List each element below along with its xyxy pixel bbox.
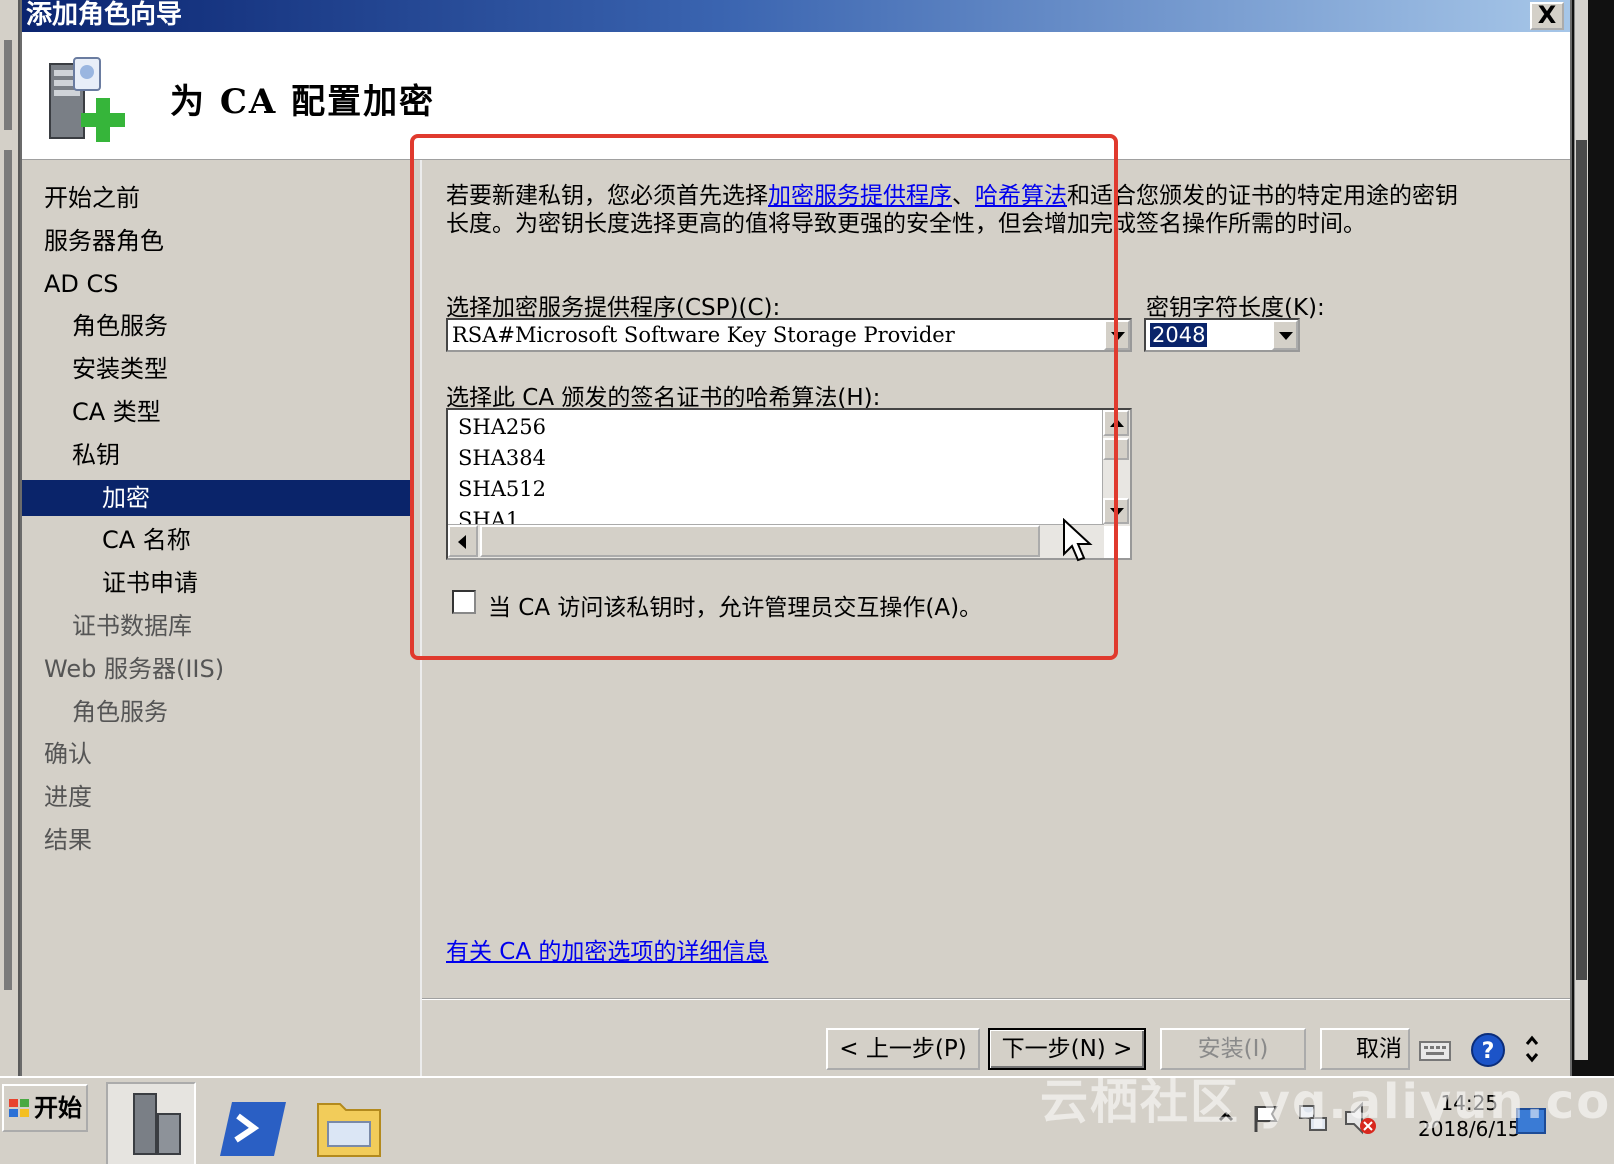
highlight-annotation: [410, 134, 1118, 660]
key-length-label: 密钥字符长度(K):: [1146, 295, 1325, 321]
background-scrollbar[interactable]: [1574, 0, 1588, 1060]
nav-step[interactable]: 证书数据库: [22, 608, 412, 644]
nav-step[interactable]: 证书申请: [22, 565, 412, 601]
taskbar-server-manager[interactable]: [106, 1082, 196, 1164]
nav-step[interactable]: 加密: [22, 480, 412, 516]
nav-step[interactable]: 角色服务: [22, 694, 412, 730]
nav-step[interactable]: CA 名称: [22, 522, 412, 558]
nav-step[interactable]: AD CS: [22, 266, 412, 302]
windows-flag-icon: [9, 1099, 29, 1117]
page-title: 为 CA 配置加密: [170, 82, 436, 122]
nav-step[interactable]: 结果: [22, 822, 412, 858]
start-button[interactable]: 开始: [2, 1084, 88, 1132]
title-bar[interactable]: 添加角色向导 X: [22, 0, 1570, 32]
nav-step[interactable]: 安装类型: [22, 351, 412, 387]
nav-step[interactable]: Web 服务器(IIS): [22, 651, 412, 687]
close-button[interactable]: X: [1530, 2, 1564, 30]
watermark: 云栖社区 yq.aliyun.com: [1040, 1074, 1614, 1130]
server-manager-icon: [133, 1093, 181, 1155]
back-button[interactable]: < 上一步(P): [826, 1028, 980, 1070]
folder-icon: [317, 1103, 381, 1157]
taskbar-explorer[interactable]: [304, 1082, 394, 1164]
nav-step[interactable]: 角色服务: [22, 308, 412, 344]
server-add-role-icon: [49, 57, 125, 142]
background-window-edge: [0, 0, 20, 1110]
key-length-value: 2048: [1150, 323, 1208, 347]
nav-step[interactable]: 确认: [22, 736, 412, 772]
wizard-step-list: 开始之前 服务器角色 AD CS 角色服务 安装类型 CA 类型 私钥 加密 CA 名称 证书申请…: [22, 160, 422, 1110]
chevron-down-icon[interactable]: [1272, 320, 1298, 350]
mouse-cursor-icon: [1063, 518, 1093, 562]
key-length-dropdown[interactable]: 2048: [1144, 318, 1300, 352]
nav-step[interactable]: 进度: [22, 779, 412, 815]
more-info-link[interactable]: 有关 CA 的加密选项的详细信息: [446, 932, 768, 966]
keyboard-icon[interactable]: [1418, 1036, 1452, 1064]
footer-divider: [422, 998, 1570, 1000]
start-label: 开始: [34, 1094, 82, 1122]
nav-step[interactable]: 开始之前: [22, 180, 412, 216]
nav-step[interactable]: 服务器角色: [22, 223, 412, 259]
nav-step[interactable]: 私钥: [22, 437, 412, 473]
powershell-icon: [220, 1102, 286, 1156]
taskbar-powershell[interactable]: [210, 1082, 300, 1164]
window-title: 添加角色向导: [26, 0, 183, 30]
nav-step[interactable]: CA 类型: [22, 394, 412, 430]
svg-text:?: ?: [1482, 1039, 1495, 1064]
